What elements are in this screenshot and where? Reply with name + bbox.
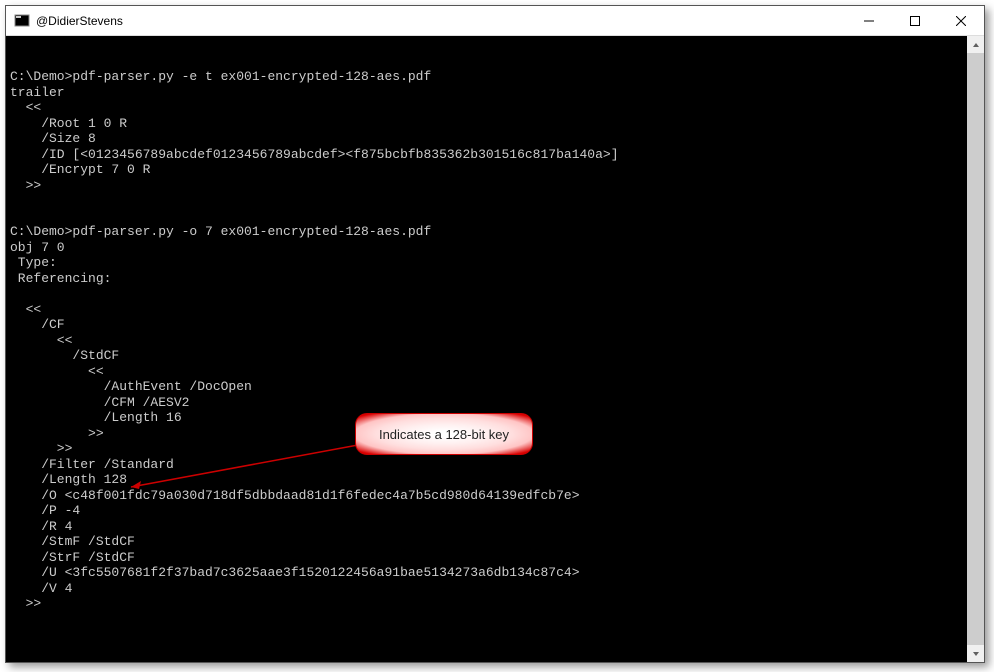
scrollbar[interactable] <box>967 36 984 662</box>
close-button[interactable] <box>938 6 984 36</box>
window-title: @DidierStevens <box>36 14 123 28</box>
titlebar[interactable]: @DidierStevens <box>6 6 984 36</box>
app-icon <box>14 13 30 29</box>
maximize-button[interactable] <box>892 6 938 36</box>
window-controls <box>846 6 984 36</box>
scrollbar-up-arrow[interactable] <box>967 36 984 53</box>
annotation-callout: Indicates a 128-bit key <box>355 413 533 455</box>
minimize-button[interactable] <box>846 6 892 36</box>
scrollbar-thumb[interactable] <box>967 53 984 645</box>
terminal-text: C:\Demo>pdf-parser.py -e t ex001-encrypt… <box>10 69 619 662</box>
scrollbar-down-arrow[interactable] <box>967 645 984 662</box>
terminal-window: @DidierStevens C:\Demo>pdf-parser.py -e … <box>5 5 985 663</box>
terminal-area[interactable]: C:\Demo>pdf-parser.py -e t ex001-encrypt… <box>6 36 984 662</box>
terminal-content: C:\Demo>pdf-parser.py -e t ex001-encrypt… <box>10 69 980 662</box>
annotation-text: Indicates a 128-bit key <box>379 427 509 442</box>
